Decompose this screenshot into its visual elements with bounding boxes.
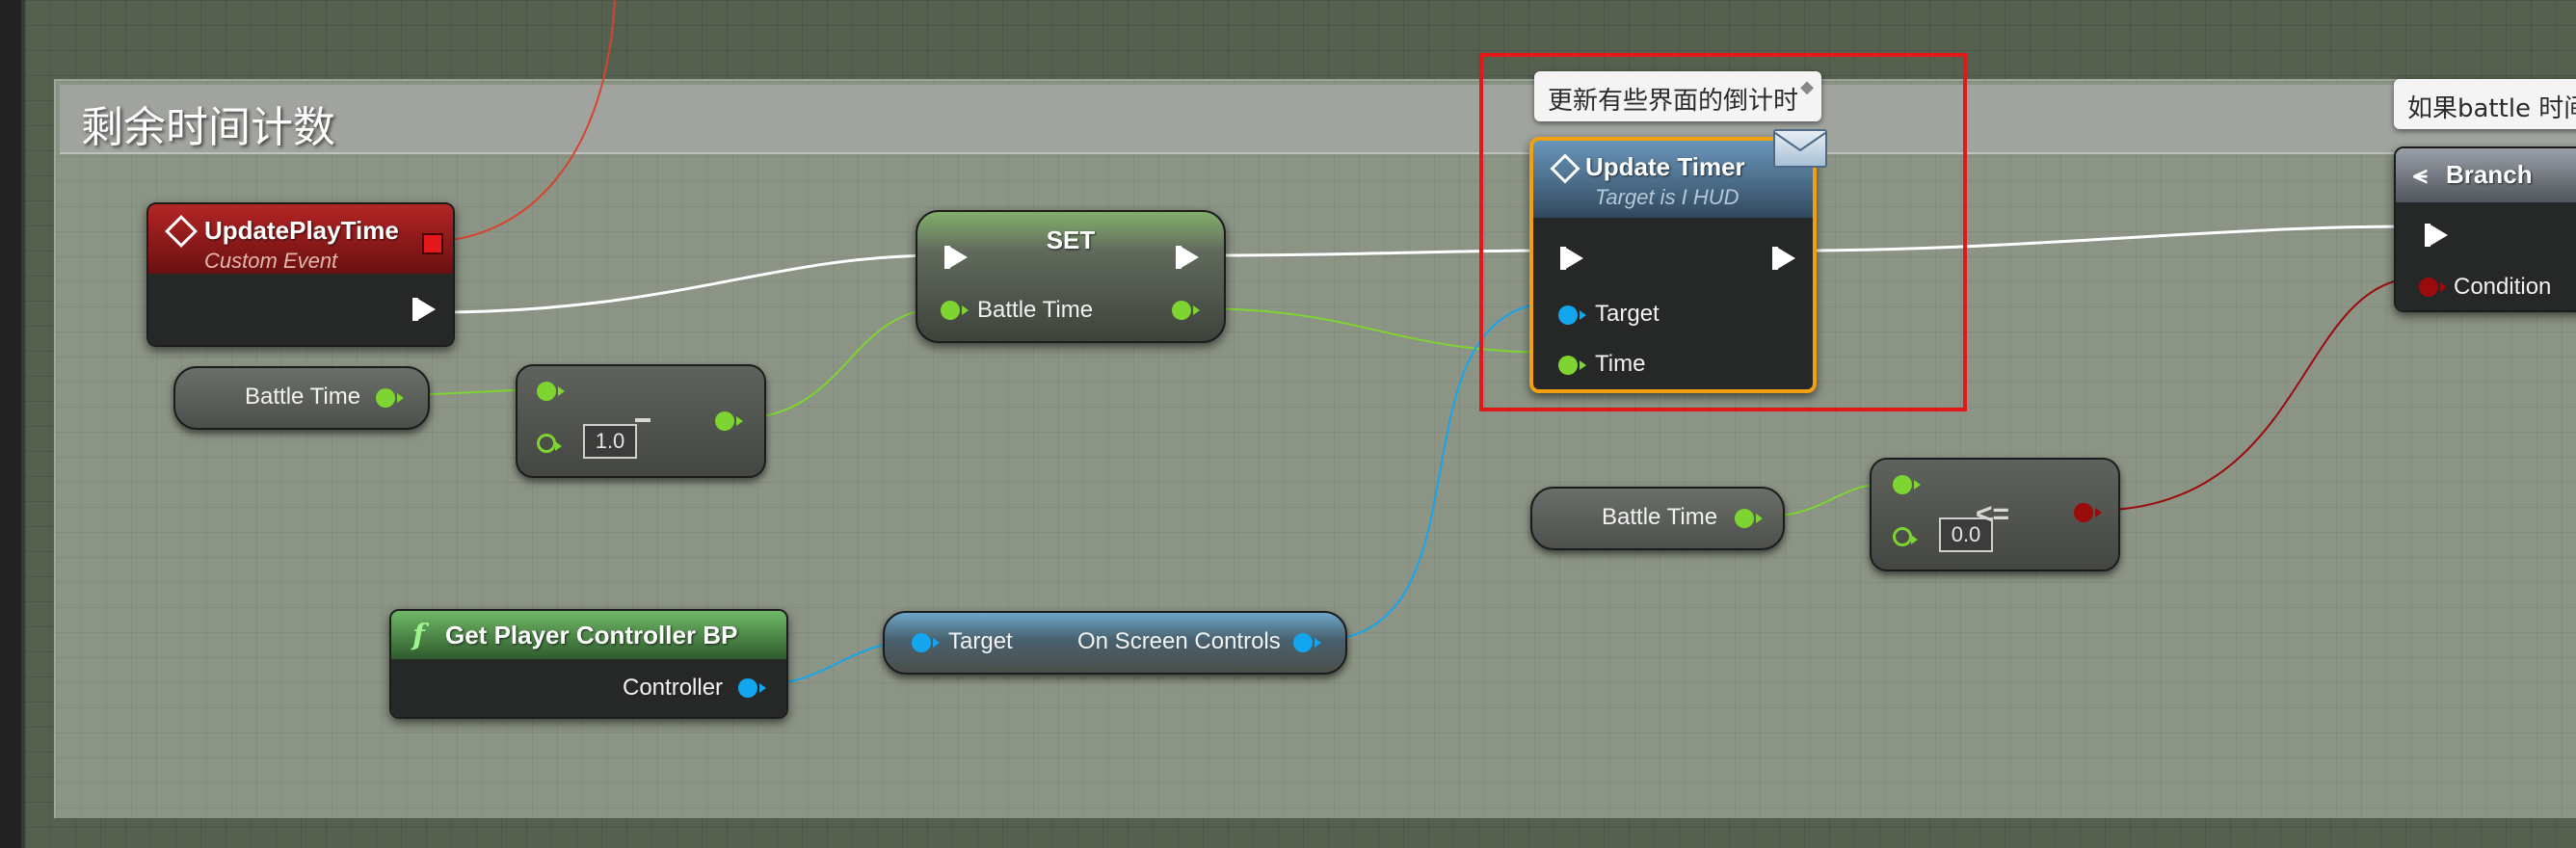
- branch-node[interactable]: ⪪ Branch Condition: [2394, 146, 2576, 312]
- battle-time-getter-2-node[interactable]: Battle Time: [1530, 487, 1785, 550]
- get-player-controller-node[interactable]: f Get Player Controller BP Controller: [389, 609, 788, 719]
- subtract-b-pin[interactable]: [537, 434, 562, 453]
- compare-node[interactable]: 0.0 <=: [1870, 458, 2120, 571]
- exec-wire-event-set: [435, 253, 941, 314]
- on-screen-controls-label: On Screen Controls: [1077, 628, 1281, 654]
- set-exec-in-pin[interactable]: [944, 246, 968, 269]
- get-player-controller-header: f Get Player Controller BP: [391, 611, 786, 659]
- event-node-subtitle: Custom Event: [204, 249, 338, 273]
- battle-time-getter-2-out-pin[interactable]: [1735, 509, 1763, 528]
- subtract-out-pin[interactable]: [715, 411, 743, 431]
- branch-comment-text: 如果battle 时间: [2407, 94, 2576, 123]
- compare-operator: <=: [1976, 498, 2010, 530]
- on-screen-controls-node[interactable]: Target On Screen Controls: [883, 611, 1347, 675]
- branch-comment-bubble[interactable]: 如果battle 时间: [2394, 79, 2576, 129]
- event-diamond-icon: [165, 215, 198, 248]
- delegate-pin-icon[interactable]: [422, 233, 443, 254]
- battle-time-getter-2-label: Battle Time: [1602, 504, 1718, 530]
- branch-icon: ⪪: [2413, 160, 2428, 189]
- branch-condition-label: Condition: [2454, 274, 2552, 300]
- set-battle-time-label: Battle Time: [977, 297, 1094, 323]
- battle-time-getter-out-pin[interactable]: [376, 388, 404, 408]
- branch-header: ⪪ Branch: [2396, 148, 2576, 202]
- event-node-header: UpdatePlayTime Custom Event: [148, 204, 453, 274]
- set-exec-out-pin[interactable]: [1176, 246, 1199, 269]
- battle-time-getter-label: Battle Time: [245, 384, 361, 410]
- set-node[interactable]: SET Battle Time: [916, 210, 1226, 343]
- set-battle-time-in-pin[interactable]: [941, 301, 969, 320]
- compare-out-pin[interactable]: [2074, 503, 2102, 522]
- red-wire-top: [442, 0, 616, 242]
- event-exec-out-pin[interactable]: [412, 298, 436, 321]
- minus-operator-icon: [635, 418, 651, 422]
- compare-a-pin[interactable]: [1893, 475, 1921, 494]
- battle-time-getter-node[interactable]: Battle Time: [173, 366, 430, 430]
- get-player-controller-title: Get Player Controller BP: [445, 621, 738, 649]
- event-node-title: UpdatePlayTime: [204, 216, 399, 245]
- controller-out-pin[interactable]: [738, 678, 766, 698]
- highlight-annotation-rect: [1479, 53, 1967, 411]
- function-f-icon: f: [412, 619, 425, 652]
- compare-b-pin[interactable]: [1893, 527, 1918, 546]
- branch-exec-in-pin[interactable]: [2425, 224, 2448, 247]
- set-battle-time-out-pin[interactable]: [1172, 301, 1200, 320]
- bool-wire-compare-condition: [2090, 277, 2422, 512]
- subtract-node[interactable]: 1.0: [516, 364, 766, 478]
- on-screen-target-label: Target: [948, 628, 1013, 654]
- update-play-time-event-node[interactable]: UpdatePlayTime Custom Event: [146, 202, 455, 347]
- branch-title: Branch: [2446, 160, 2533, 189]
- branch-condition-pin[interactable]: [2419, 278, 2447, 297]
- subtract-a-pin[interactable]: [537, 382, 565, 401]
- on-screen-target-pin[interactable]: [912, 633, 940, 652]
- on-screen-controls-out-pin[interactable]: [1293, 633, 1321, 652]
- subtract-value-box[interactable]: 1.0: [583, 424, 637, 459]
- controller-pin-label: Controller: [623, 675, 724, 701]
